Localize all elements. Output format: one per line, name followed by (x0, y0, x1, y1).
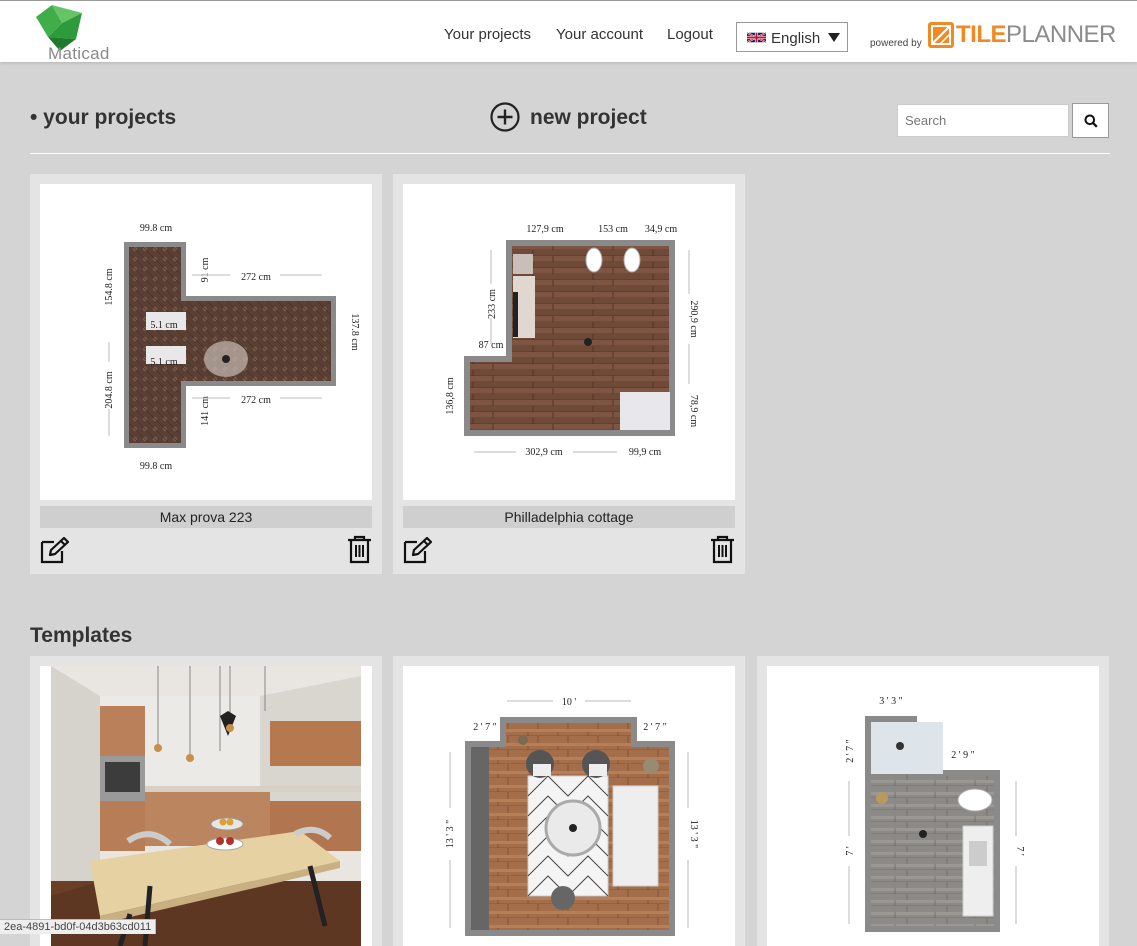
dim-label: 153 cm (598, 224, 628, 235)
brand-bold: TILE (956, 21, 1007, 48)
top-bar: Maticad Your projects Your account Logou… (0, 0, 1137, 63)
edit-icon[interactable] (403, 536, 433, 564)
language-select[interactable]: English (736, 22, 848, 52)
floor-plan-image: 127,9 cm 153 cm 34,9 cm 233 cm 290,9 cm … (445, 224, 699, 458)
dim-label: 10 ' (562, 697, 577, 708)
plus-circle-icon (490, 102, 520, 132)
section-divider (30, 153, 1110, 154)
edit-icon[interactable] (40, 536, 70, 564)
dim-label: 99.8 cm (140, 461, 172, 472)
dim-label: 34,9 cm (645, 224, 677, 235)
dim-label: 3 ' 3 " (879, 696, 902, 707)
nav-your-account[interactable]: Your account (556, 26, 643, 43)
search-button[interactable] (1072, 103, 1109, 138)
floor-plan-image: 99.8 cm 272 cm 91 cm 154.8 cm 5.1 cm 5.1… (104, 223, 360, 472)
chevron-down-icon (828, 33, 840, 42)
template-thumbnail[interactable]: 3 ' 3 " 2 ' 7 " 2 ' 9 " 7 ' 7 ' (767, 666, 1099, 946)
dim-label: 13 ' 3 " (445, 820, 456, 848)
dim-label: 127,9 cm (526, 224, 563, 235)
tileplanner-logo-icon (928, 22, 954, 48)
tileplanner-brand: TILEPLANNER (956, 21, 1116, 49)
dim-label: 2 ' 7 " (845, 739, 856, 762)
dim-label: 272 cm (241, 272, 271, 283)
your-projects-title: • your projects (30, 106, 177, 129)
dim-label: 302,9 cm (525, 447, 562, 458)
template-card: 10 ' 2 ' 7 " 2 ' 7 " 13 ' 3 " 13 ' 3 " (393, 656, 745, 946)
template-card: 3 ' 3 " 2 ' 7 " 2 ' 9 " 7 ' 7 ' (757, 656, 1109, 946)
dim-label: 5.1 cm (150, 320, 177, 331)
template-card (30, 656, 382, 946)
template-thumbnail[interactable]: 10 ' 2 ' 7 " 2 ' 7 " 13 ' 3 " 13 ' 3 " (403, 666, 735, 946)
templates-title: Templates (30, 624, 133, 647)
trash-icon[interactable] (710, 535, 735, 564)
dim-label: 7 ' (845, 846, 856, 856)
project-thumbnail[interactable]: 99.8 cm 272 cm 91 cm 154.8 cm 5.1 cm 5.1… (40, 184, 372, 500)
status-bar: 2ea-4891-bd0f-04d3b63cd011 (0, 919, 157, 934)
dim-label: 233 cm (487, 289, 498, 319)
project-card: 99.8 cm 272 cm 91 cm 154.8 cm 5.1 cm 5.1… (30, 174, 382, 574)
dim-label: 290,9 cm (688, 300, 699, 337)
project-name[interactable]: Max prova 223 (40, 506, 372, 528)
search-icon (1084, 114, 1098, 128)
dim-label: 91 cm (200, 257, 211, 282)
nav-your-projects[interactable]: Your projects (444, 26, 531, 43)
dim-label: 2 ' 7 " (473, 722, 496, 733)
dim-label: 137.8 cm (349, 313, 360, 350)
dim-label: 7 ' (1014, 846, 1025, 856)
uk-flag-icon (747, 32, 766, 43)
dim-label: 99,9 cm (629, 447, 661, 458)
project-thumbnail[interactable]: 127,9 cm 153 cm 34,9 cm 233 cm 290,9 cm … (403, 184, 735, 500)
dim-label: 13 ' 3 " (688, 820, 699, 848)
dim-label: 2 ' 9 " (951, 750, 974, 761)
dim-label: 154.8 cm (104, 268, 115, 305)
search-input[interactable] (897, 104, 1069, 137)
trash-icon[interactable] (347, 535, 372, 564)
dim-label: 136,8 cm (445, 377, 456, 414)
floor-plan-image: 10 ' 2 ' 7 " 2 ' 7 " 13 ' 3 " 13 ' 3 " (445, 697, 699, 936)
project-name[interactable]: Philladelphia cottage (403, 506, 735, 528)
nav-logout[interactable]: Logout (667, 26, 713, 43)
logo-text: Maticad (48, 44, 110, 63)
kitchen-render-image (40, 666, 361, 946)
powered-by-label: powered by (870, 38, 922, 49)
floor-plan-image: 3 ' 3 " 2 ' 7 " 2 ' 9 " 7 ' 7 ' (845, 696, 1025, 932)
dim-label: 272 cm (241, 395, 271, 406)
dim-label: 2 ' 7 " (643, 722, 666, 733)
dim-label: 204.8 cm (104, 371, 115, 408)
dim-label: 78,9 cm (688, 395, 699, 427)
brand-light: PLANNER (1006, 21, 1116, 48)
dim-label: 5.1 cm (150, 357, 177, 368)
new-project-label: new project (530, 106, 647, 129)
language-label: English (771, 30, 821, 47)
dim-label: 141 cm (200, 396, 211, 426)
template-thumbnail[interactable] (40, 666, 372, 946)
project-card: 127,9 cm 153 cm 34,9 cm 233 cm 290,9 cm … (393, 174, 745, 574)
dim-label: 99.8 cm (140, 223, 172, 234)
